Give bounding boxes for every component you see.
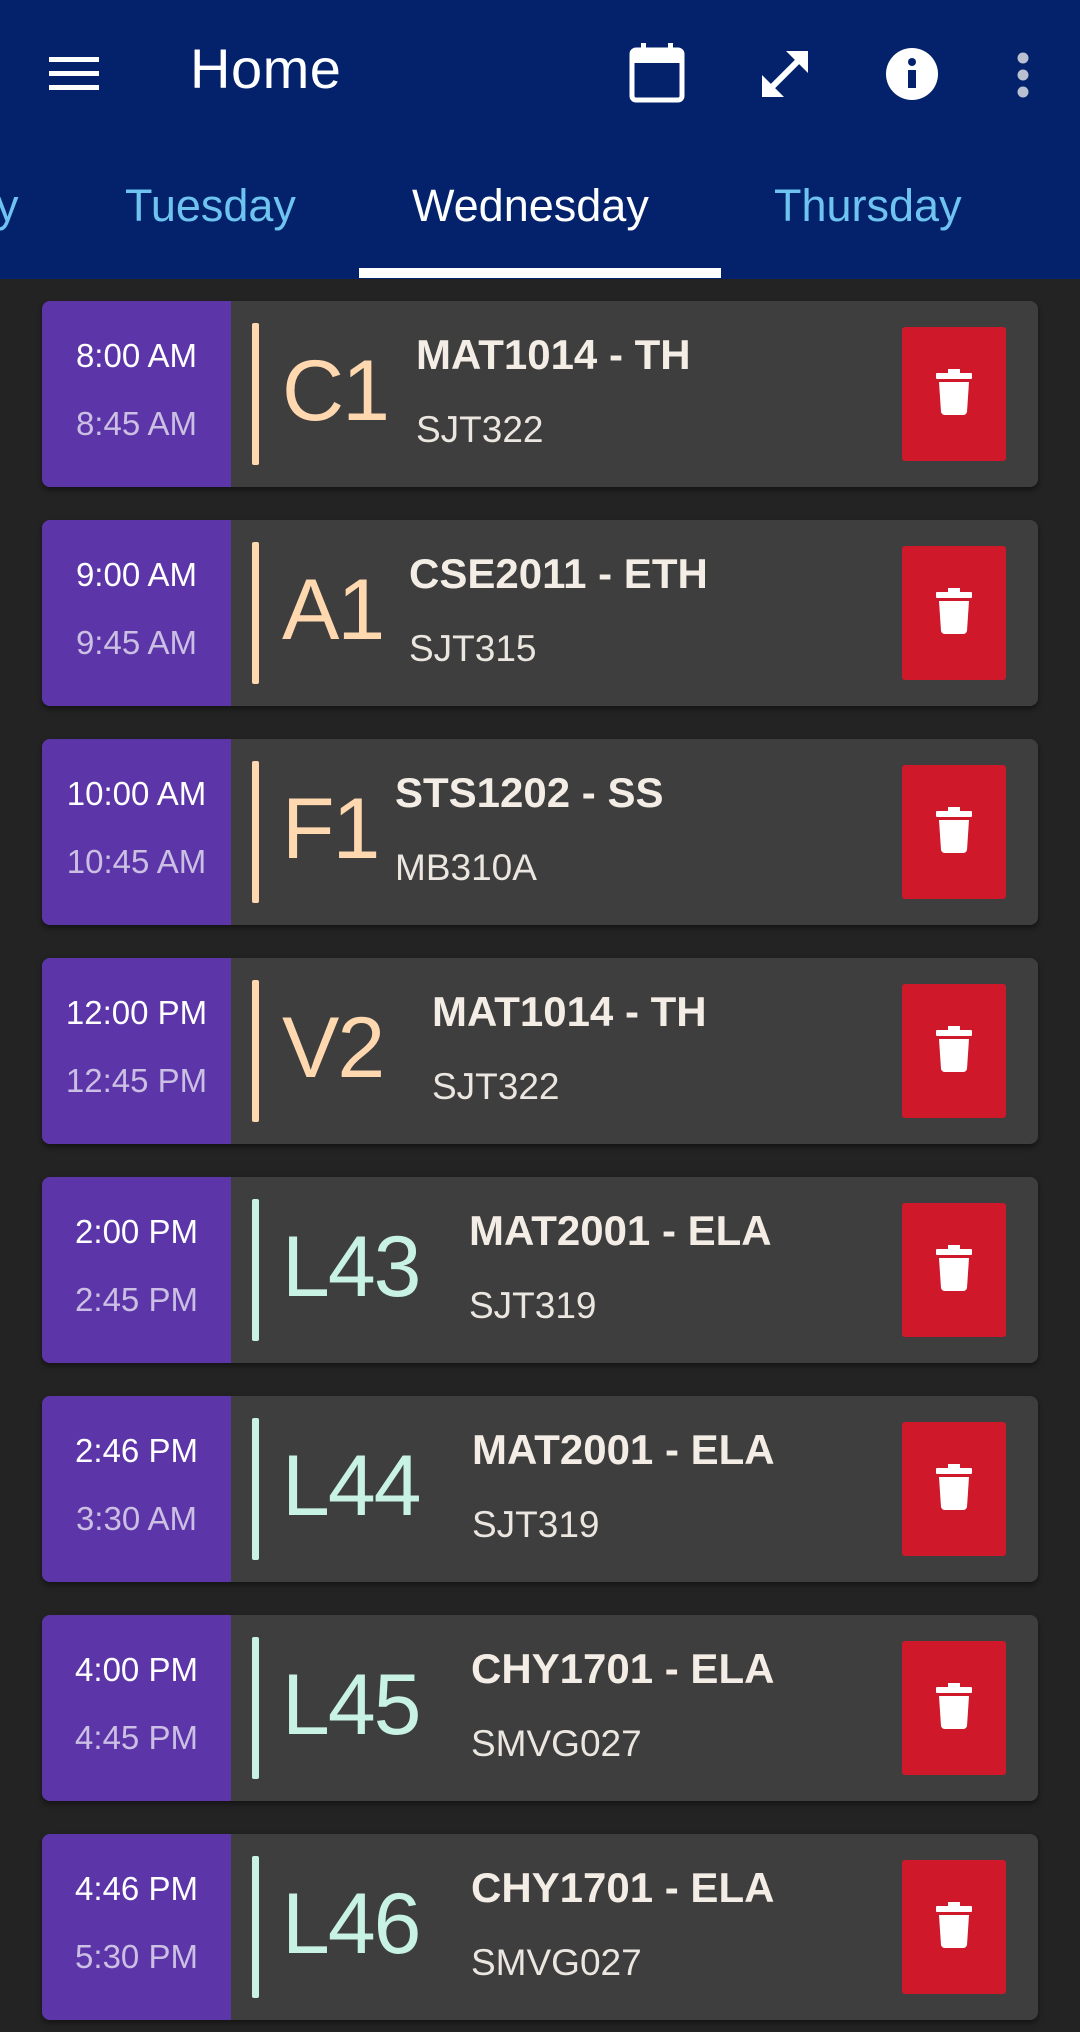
end-time: 8:45 AM bbox=[75, 405, 198, 442]
trash-icon bbox=[936, 1682, 972, 1734]
slot-divider bbox=[252, 542, 259, 684]
slot-divider bbox=[252, 323, 259, 465]
end-time: 4:45 PM bbox=[75, 1719, 198, 1756]
toolbar: Home bbox=[0, 0, 1080, 150]
trash-icon bbox=[936, 368, 972, 420]
room-name: SJT315 bbox=[409, 628, 537, 669]
class-card[interactable]: 9:00 AM 9:45 AM A1 CSE2011 - ETH SJT315 bbox=[42, 520, 1038, 706]
time-range: 2:00 PM 2:45 PM bbox=[42, 1177, 231, 1363]
room-name: SJT319 bbox=[469, 1285, 597, 1326]
trash-icon bbox=[936, 1463, 972, 1515]
start-time: 2:46 PM bbox=[75, 1432, 198, 1469]
tab-wednesday[interactable]: Wednesday bbox=[412, 180, 649, 232]
tab-thursday[interactable]: Thursday bbox=[774, 180, 962, 232]
room-name: SJT322 bbox=[416, 409, 544, 450]
page-title: Home bbox=[190, 37, 342, 100]
start-time: 9:00 AM bbox=[75, 556, 198, 593]
delete-button[interactable] bbox=[902, 1203, 1006, 1337]
more-vert-icon[interactable] bbox=[1003, 48, 1043, 102]
class-card[interactable]: 10:00 AM 10:45 AM F1 STS1202 - SS MB310A bbox=[42, 739, 1038, 925]
delete-button[interactable] bbox=[902, 327, 1006, 461]
time-range: 8:00 AM 8:45 AM bbox=[42, 301, 231, 487]
delete-button[interactable] bbox=[902, 1860, 1006, 1994]
start-time: 8:00 AM bbox=[75, 337, 198, 374]
delete-button[interactable] bbox=[902, 1641, 1006, 1775]
time-range: 4:46 PM 5:30 PM bbox=[42, 1834, 231, 2020]
course-code: MAT2001 - ELA bbox=[472, 1426, 775, 1473]
menu-icon[interactable] bbox=[44, 44, 104, 104]
slot-code: V2 bbox=[282, 1000, 385, 1096]
end-time: 12:45 PM bbox=[65, 1062, 208, 1099]
class-card[interactable]: 2:46 PM 3:30 AM L44 MAT2001 - ELA SJT319 bbox=[42, 1396, 1038, 1582]
trash-icon bbox=[936, 1244, 972, 1296]
tab-indicator bbox=[359, 268, 721, 278]
start-time: 12:00 PM bbox=[65, 994, 208, 1031]
trash-icon bbox=[936, 1901, 972, 1953]
time-range: 9:00 AM 9:45 AM bbox=[42, 520, 231, 706]
day-tabs: y Tuesday Wednesday Thursday bbox=[0, 150, 1080, 279]
end-time: 5:30 PM bbox=[75, 1938, 198, 1975]
room-name: SMVG027 bbox=[471, 1942, 642, 1983]
delete-button[interactable] bbox=[902, 1422, 1006, 1556]
class-card[interactable]: 12:00 PM 12:45 PM V2 MAT1014 - TH SJT322 bbox=[42, 958, 1038, 1144]
time-range: 2:46 PM 3:30 AM bbox=[42, 1396, 231, 1582]
time-range: 12:00 PM 12:45 PM bbox=[42, 958, 231, 1144]
slot-divider bbox=[252, 1418, 259, 1560]
slot-divider bbox=[252, 980, 259, 1122]
class-card[interactable]: 4:46 PM 5:30 PM L46 CHY1701 - ELA SMVG027 bbox=[42, 1834, 1038, 2020]
course-code: CHY1701 - ELA bbox=[471, 1645, 775, 1692]
slot-divider bbox=[252, 1856, 259, 1998]
slot-code: L44 bbox=[282, 1438, 421, 1534]
slot-code: F1 bbox=[282, 781, 380, 877]
slot-code: L43 bbox=[282, 1219, 421, 1315]
info-icon[interactable] bbox=[883, 45, 941, 103]
end-time: 10:45 AM bbox=[66, 843, 207, 880]
app-bar: Home y Tuesday Wednesday Thursday bbox=[0, 0, 1080, 279]
slot-divider bbox=[252, 761, 259, 903]
slot-code: C1 bbox=[282, 343, 390, 439]
trash-icon bbox=[936, 806, 972, 858]
class-card[interactable]: 4:00 PM 4:45 PM L45 CHY1701 - ELA SMVG027 bbox=[42, 1615, 1038, 1801]
end-time: 3:30 AM bbox=[75, 1500, 198, 1537]
delete-button[interactable] bbox=[902, 984, 1006, 1118]
delete-button[interactable] bbox=[902, 765, 1006, 899]
class-card[interactable]: 8:00 AM 8:45 AM C1 MAT1014 - TH SJT322 bbox=[42, 301, 1038, 487]
trash-icon bbox=[936, 587, 972, 639]
slot-code: L45 bbox=[282, 1657, 421, 1753]
class-card[interactable]: 2:00 PM 2:45 PM L43 MAT2001 - ELA SJT319 bbox=[42, 1177, 1038, 1363]
tab-tuesday[interactable]: Tuesday bbox=[125, 180, 296, 232]
end-time: 9:45 AM bbox=[75, 624, 198, 661]
room-name: SJT322 bbox=[432, 1066, 560, 1107]
time-range: 4:00 PM 4:45 PM bbox=[42, 1615, 231, 1801]
tab-monday[interactable]: y bbox=[0, 180, 19, 232]
slot-code: L46 bbox=[282, 1876, 421, 1972]
course-code: CHY1701 - ELA bbox=[471, 1864, 775, 1911]
start-time: 10:00 AM bbox=[66, 775, 207, 812]
time-range: 10:00 AM 10:45 AM bbox=[42, 739, 231, 925]
course-code: MAT1014 - TH bbox=[432, 988, 707, 1035]
start-time: 4:46 PM bbox=[75, 1870, 198, 1907]
fullscreen-icon[interactable] bbox=[756, 45, 814, 103]
delete-button[interactable] bbox=[902, 546, 1006, 680]
start-time: 4:00 PM bbox=[75, 1651, 198, 1688]
start-time: 2:00 PM bbox=[75, 1213, 198, 1250]
calendar-icon[interactable] bbox=[627, 42, 687, 104]
trash-icon bbox=[936, 1025, 972, 1077]
end-time: 2:45 PM bbox=[75, 1281, 198, 1318]
course-code: MAT2001 - ELA bbox=[469, 1207, 772, 1254]
room-name: MB310A bbox=[395, 847, 537, 888]
course-code: MAT1014 - TH bbox=[416, 331, 691, 378]
slot-code: A1 bbox=[282, 562, 385, 658]
course-code: STS1202 - SS bbox=[395, 769, 664, 816]
room-name: SMVG027 bbox=[471, 1723, 642, 1764]
slot-divider bbox=[252, 1637, 259, 1779]
slot-divider bbox=[252, 1199, 259, 1341]
course-code: CSE2011 - ETH bbox=[409, 550, 708, 597]
room-name: SJT319 bbox=[472, 1504, 600, 1545]
